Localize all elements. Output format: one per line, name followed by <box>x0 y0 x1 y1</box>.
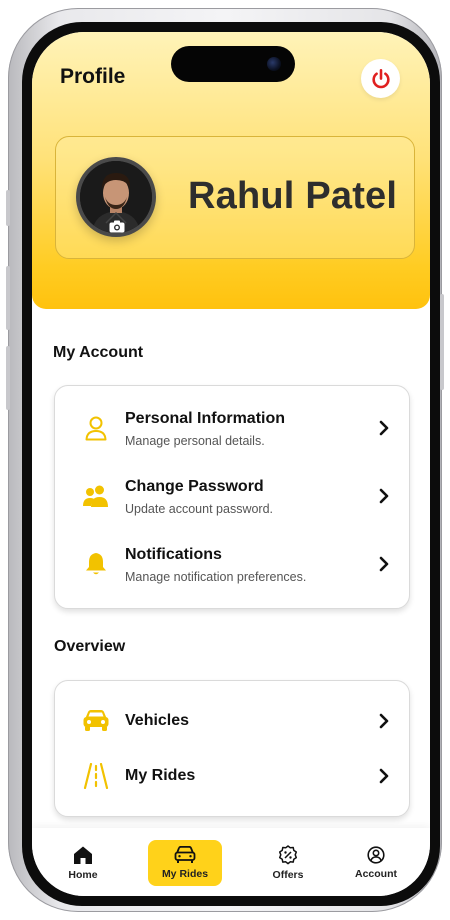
section-title-overview: Overview <box>54 638 126 655</box>
camera-icon <box>109 220 125 232</box>
account-icon <box>367 846 385 864</box>
profile-header: Profile Rahul Patel <box>32 32 430 309</box>
volume-up-button <box>6 266 10 330</box>
chevron-right-icon <box>377 487 391 505</box>
list-item-change-password[interactable]: Change Password Update account password. <box>55 466 409 526</box>
list-item-my-rides[interactable]: My Rides <box>55 748 409 804</box>
list-item-personal-information[interactable]: Personal Information Manage personal det… <box>55 398 409 458</box>
list-item-title: Personal Information <box>125 410 286 427</box>
nav-label: Home <box>68 869 98 881</box>
my-account-card: Personal Information Manage personal det… <box>54 385 410 609</box>
nav-label: Account <box>355 868 397 880</box>
list-item-title: Notifications <box>125 546 222 563</box>
list-item-title: My Rides <box>125 767 196 784</box>
nav-my-rides[interactable]: My Rides <box>148 840 222 886</box>
nav-label: Offers <box>272 869 304 881</box>
chevron-right-icon <box>377 555 391 573</box>
nav-home[interactable]: Home <box>45 840 121 886</box>
discount-icon <box>278 845 298 865</box>
car-icon <box>81 706 111 736</box>
camera-lens <box>267 57 281 71</box>
nav-offers[interactable]: Offers <box>250 840 326 886</box>
user-icon <box>81 413 111 443</box>
home-icon <box>74 846 92 864</box>
chevron-right-icon <box>377 712 391 730</box>
profile-card: Rahul Patel <box>55 136 415 259</box>
phone-frame: Profile Rahul Patel My Account Personal … <box>6 8 444 912</box>
change-photo-button[interactable] <box>107 218 127 234</box>
nav-label: My Rides <box>161 868 209 880</box>
app-screen: Profile Rahul Patel My Account Personal … <box>32 32 430 896</box>
logout-button[interactable] <box>361 59 400 98</box>
list-item-title: Change Password <box>125 478 264 495</box>
list-item-title: Vehicles <box>125 712 190 729</box>
bell-icon <box>81 549 111 579</box>
list-item-vehicles[interactable]: Vehicles <box>55 693 409 749</box>
action-button <box>6 190 10 226</box>
list-item-notifications[interactable]: Notifications Manage notification prefer… <box>55 534 409 594</box>
list-item-subtitle: Update account password. <box>125 502 274 516</box>
power-icon <box>371 68 390 88</box>
chevron-right-icon <box>377 767 391 785</box>
power-side-button <box>440 294 444 390</box>
profile-name: Rahul Patel <box>188 175 398 217</box>
dynamic-island <box>171 46 295 82</box>
overview-card: Vehicles My Rides <box>54 680 410 817</box>
page-title: Profile <box>60 65 126 88</box>
phone-bezel: Profile Rahul Patel My Account Personal … <box>22 22 440 906</box>
road-icon <box>81 761 111 791</box>
volume-down-button <box>6 346 10 410</box>
list-item-subtitle: Manage personal details. <box>125 434 265 448</box>
chevron-right-icon <box>377 419 391 437</box>
bottom-nav: Home My Rides Offers Account <box>32 828 430 896</box>
list-item-subtitle: Manage notification preferences. <box>125 570 307 584</box>
car-icon <box>174 846 196 863</box>
nav-account[interactable]: Account <box>338 840 414 886</box>
users-icon <box>81 481 111 511</box>
section-title-my-account: My Account <box>53 344 144 361</box>
